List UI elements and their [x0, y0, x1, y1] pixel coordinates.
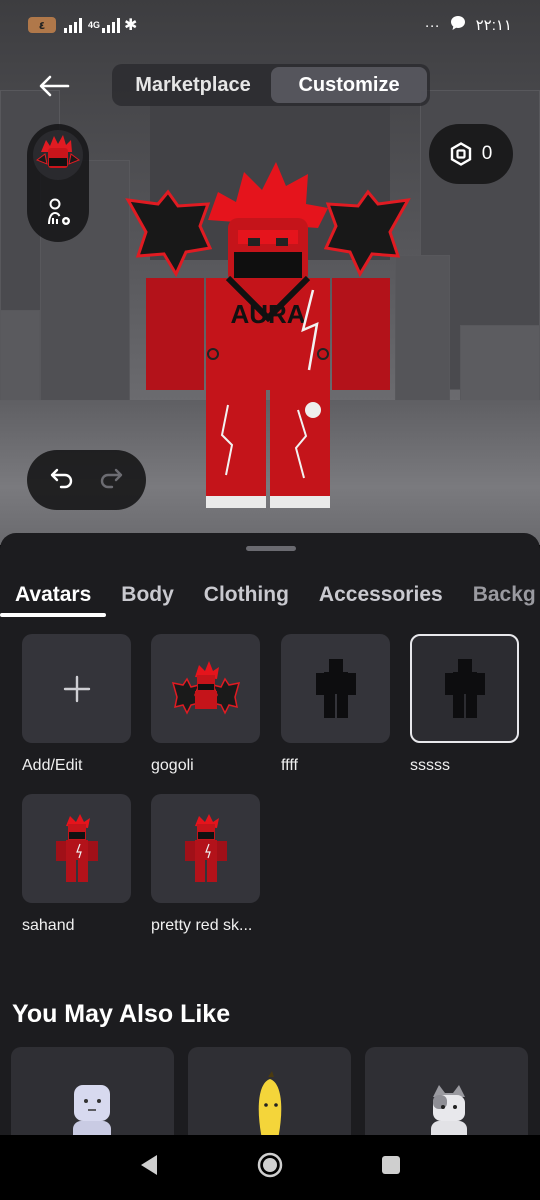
- recommended-item[interactable]: [11, 1047, 174, 1135]
- bluetooth-icon: ✱: [124, 17, 138, 34]
- add-edit-avatar-tile[interactable]: Add/Edit: [22, 634, 131, 775]
- back-button[interactable]: [34, 68, 74, 104]
- shirt-text: AURA: [230, 299, 305, 329]
- avatar-silhouette-icon: [444, 658, 485, 718]
- tab-accessories[interactable]: Accessories: [304, 577, 458, 617]
- tile-label: ffff: [281, 757, 298, 774]
- category-tabs: Avatars Body Clothing Accessories Backg: [0, 577, 540, 623]
- avatar-tile-sahand[interactable]: sahand: [22, 794, 131, 935]
- plus-icon: [63, 675, 90, 702]
- recommended-item[interactable]: [188, 1047, 351, 1135]
- tab-background[interactable]: Backg: [458, 577, 540, 617]
- square-recents-icon: [382, 1156, 400, 1174]
- tile-label: Add/Edit: [22, 757, 83, 774]
- avatar-headshot[interactable]: [33, 130, 83, 180]
- recommended-item-thumbnail: [73, 1085, 111, 1135]
- recommended-item[interactable]: [365, 1047, 528, 1135]
- robux-count: 0: [481, 143, 493, 164]
- undo-redo-controls: [27, 450, 146, 510]
- clock: ٢٢:١١: [475, 17, 512, 34]
- avatar-thumbnail: [171, 660, 240, 715]
- signal-icon: [102, 17, 121, 33]
- avatar-thumbnail: [184, 813, 227, 882]
- redo-button[interactable]: [98, 467, 124, 494]
- nav-recents-button[interactable]: [380, 1154, 402, 1181]
- undo-button[interactable]: [49, 467, 75, 494]
- customize-sheet: Avatars Body Clothing Accessories Backg …: [0, 533, 540, 1135]
- more-notifications-icon: ···: [424, 16, 440, 34]
- nav-home-button[interactable]: [256, 1151, 284, 1184]
- avatar-tile-pretty-red[interactable]: pretty red sk...: [151, 794, 260, 935]
- avatar-tile-sssss[interactable]: sssss: [410, 634, 519, 775]
- recommended-item-thumbnail: [431, 1085, 467, 1135]
- tab-avatars[interactable]: Avatars: [0, 577, 107, 617]
- redo-icon: [101, 468, 123, 488]
- undo-icon: [50, 468, 72, 488]
- avatar-silhouette-icon: [315, 658, 356, 718]
- tile-label: sssss: [410, 757, 450, 774]
- mode-switcher: Marketplace Customize: [112, 64, 430, 106]
- signal-icon: [64, 17, 82, 33]
- tile-label: gogoli: [151, 757, 194, 774]
- avatar-thumbnail: [55, 813, 98, 882]
- avatar-settings-icon[interactable]: [45, 196, 75, 230]
- circle-home-icon: [257, 1152, 283, 1178]
- tab-marketplace[interactable]: Marketplace: [115, 67, 271, 103]
- tile-label: pretty red sk...: [151, 917, 253, 934]
- tab-clothing[interactable]: Clothing: [189, 577, 304, 617]
- nav-back-button[interactable]: [138, 1153, 160, 1182]
- avatar-side-panel: [27, 124, 89, 242]
- system-nav-bar: [0, 1135, 540, 1200]
- recommend-section-title: You May Also Like: [12, 1000, 231, 1028]
- scene-block: [0, 310, 40, 410]
- tile-label: sahand: [22, 917, 75, 934]
- triangle-back-icon: [141, 1155, 157, 1175]
- battery-icon: ٤: [28, 17, 56, 33]
- arrow-left-icon: [39, 75, 70, 97]
- robux-balance[interactable]: 0: [429, 124, 513, 184]
- recommended-item-thumbnail: [258, 1071, 282, 1135]
- robux-icon: [450, 142, 471, 166]
- tab-body[interactable]: Body: [106, 577, 189, 617]
- network-type: 4G: [88, 19, 101, 30]
- avatar-tile-ffff[interactable]: ffff: [281, 634, 390, 775]
- tab-customize[interactable]: Customize: [271, 67, 427, 103]
- status-bar: ٤ 4G ✱ ··· ٢٢:١١: [0, 0, 540, 50]
- avatar-tile-gogoli[interactable]: gogoli: [151, 634, 260, 775]
- avatar-3d-model[interactable]: AURA: [118, 160, 418, 512]
- sheet-drag-handle[interactable]: [246, 546, 296, 551]
- chat-icon: [450, 15, 466, 35]
